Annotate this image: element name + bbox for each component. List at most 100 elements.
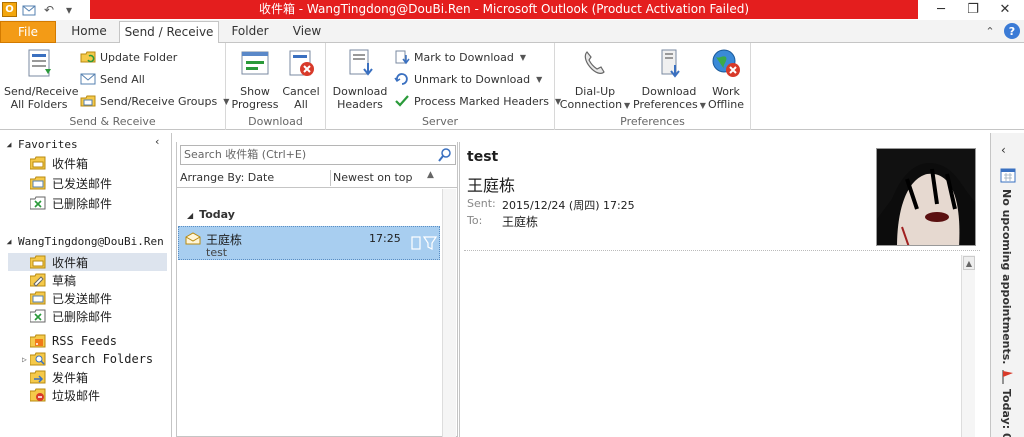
download-headers-label-1: Download: [332, 85, 388, 98]
sent-value: 2015/12/24 (周四) 17:25: [502, 199, 635, 212]
work-offline-label-1: Work: [712, 85, 740, 98]
deleted-folder-icon: [30, 196, 46, 210]
deleted-folder-icon: [30, 309, 46, 323]
send-receive-groups-label: Send/Receive Groups: [100, 94, 218, 108]
drafts-folder-icon: [30, 273, 46, 287]
update-folder-label: Update Folder: [100, 50, 178, 64]
expand-todo-icon[interactable]: ‹: [1001, 143, 1006, 157]
cancel-all-button[interactable]: Cancel All: [280, 47, 322, 111]
account-label: WangTingdong@DouBi.Ren: [18, 234, 164, 248]
reading-pane-scrollbar[interactable]: ▲: [961, 255, 975, 437]
update-folder-button[interactable]: Update Folder: [80, 48, 177, 66]
nav-label: 垃圾邮件: [52, 388, 101, 403]
outlook-logo-icon[interactable]: O: [2, 2, 17, 17]
send-receive-all-label-2: All Folders: [10, 98, 68, 111]
server-group-label: Server: [421, 115, 459, 128]
nav-drafts[interactable]: 草稿: [8, 271, 167, 289]
search-folder-icon: [30, 352, 46, 366]
scroll-up-icon[interactable]: ▲: [963, 256, 975, 270]
nav-rss-feeds[interactable]: RSS Feeds: [8, 332, 167, 350]
download-preferences-icon: [661, 49, 680, 78]
title-bar: O ↶ ▾ 收件箱 - WangTingdong@DouBi.Ren - Mic…: [0, 0, 1024, 19]
nav-junk[interactable]: 垃圾邮件: [8, 386, 167, 404]
send-receive-qat-icon[interactable]: [21, 2, 37, 18]
send-receive-all-label-1: Send/Receive: [4, 85, 79, 98]
cancel-all-icon: [289, 50, 314, 76]
message-list-scrollbar[interactable]: [442, 189, 456, 437]
search-icon[interactable]: [438, 148, 452, 162]
dropdown-caret-icon: ▼: [536, 74, 543, 84]
send-receive-groups-icon: [80, 95, 96, 107]
collapse-nav-icon[interactable]: ‹: [154, 135, 161, 148]
expand-triangle-icon: ◢: [6, 236, 12, 246]
process-marked-headers-button[interactable]: Process Marked Headers ▼: [394, 92, 561, 110]
reading-sender[interactable]: 王庭栋: [467, 172, 515, 196]
message-row[interactable]: 王庭栋 test 17:25: [178, 226, 440, 260]
inbox-folder-icon: [30, 255, 46, 269]
dial-up-label-2: Connection: [559, 98, 623, 111]
nav-label: Search Folders: [52, 352, 154, 366]
dial-up-connection-button[interactable]: Dial-Up Connection ▼: [559, 47, 631, 112]
nav-favorite-sent[interactable]: 已发送邮件: [8, 174, 167, 192]
tab-send-receive[interactable]: Send / Receive: [119, 21, 219, 44]
no-appointments-text: No upcoming appointments.: [1000, 189, 1013, 365]
group-header-today[interactable]: ◢ Today: [187, 208, 235, 221]
nav-label: 草稿: [52, 273, 77, 288]
send-receive-all-icon: [28, 49, 51, 77]
red-flag-icon[interactable]: [1000, 369, 1016, 385]
nav-sent[interactable]: 已发送邮件: [8, 289, 167, 307]
account-header[interactable]: ◢ WangTingdong@DouBi.Ren: [0, 232, 170, 250]
download-headers-button[interactable]: Download Headers: [330, 47, 390, 111]
show-progress-icon: [241, 51, 269, 75]
mark-to-download-button[interactable]: Mark to Download ▼: [394, 48, 526, 66]
reading-subject: test: [467, 149, 499, 165]
nav-search-folders[interactable]: ▷ Search Folders: [8, 350, 167, 368]
send-receive-all-folders-button[interactable]: Send/Receive All Folders: [4, 47, 79, 111]
arrange-by-button[interactable]: Arrange By: Date: [180, 171, 274, 184]
nav-favorite-inbox[interactable]: 收件箱: [8, 154, 167, 172]
sort-order-button[interactable]: Newest on top: [333, 171, 413, 184]
nav-label: 已删除邮件: [52, 309, 113, 324]
expand-triangle-icon: ◢: [6, 139, 12, 149]
help-icon[interactable]: ?: [1004, 23, 1020, 39]
close-button[interactable]: ✕: [989, 0, 1021, 19]
category-flag-icon[interactable]: [411, 235, 437, 251]
search-input[interactable]: Search 收件箱 (Ctrl+E): [180, 145, 456, 165]
download-group: Show Progress Cancel All Download: [226, 43, 326, 130]
calendar-icon[interactable]: [1000, 167, 1016, 183]
tab-folder[interactable]: Folder: [222, 21, 278, 43]
preferences-group: Dial-Up Connection ▼ Download Preferences…: [555, 43, 751, 130]
sent-folder-icon: [30, 291, 46, 305]
send-all-button[interactable]: Send All: [80, 70, 145, 88]
tab-file[interactable]: File: [0, 21, 56, 43]
nav-inbox[interactable]: 收件箱: [8, 253, 167, 271]
minimize-ribbon-icon[interactable]: ⌃: [982, 23, 998, 39]
restore-button[interactable]: ❐: [957, 0, 989, 19]
work-offline-button[interactable]: Work Offline: [705, 47, 747, 111]
download-preferences-button[interactable]: Download Preferences ▼: [633, 47, 706, 112]
ribbon: Send/Receive All Folders Update Folder S…: [0, 43, 1024, 130]
send-receive-groups-button[interactable]: Send/Receive Groups ▼: [80, 92, 229, 110]
download-prefs-label-1: Download: [641, 85, 697, 98]
download-headers-icon: [349, 49, 373, 76]
favorites-header[interactable]: ◢ Favorites: [0, 135, 170, 153]
tab-view[interactable]: View: [282, 21, 332, 43]
unmark-to-download-button[interactable]: Unmark to Download ▼: [394, 70, 542, 88]
tab-home[interactable]: Home: [62, 21, 116, 43]
undo-icon[interactable]: ↶: [41, 2, 57, 18]
qat-customize-icon[interactable]: ▾: [61, 2, 77, 18]
message-time: 17:25: [369, 232, 401, 245]
nav-deleted[interactable]: 已删除邮件: [8, 307, 167, 325]
favorites-label: Favorites: [18, 137, 78, 151]
nav-favorite-deleted[interactable]: 已删除邮件: [8, 194, 167, 212]
preferences-group-label: Preferences: [620, 115, 685, 128]
expand-arrow-icon[interactable]: ▷: [22, 355, 27, 364]
minimize-button[interactable]: ─: [925, 0, 957, 19]
nav-outbox[interactable]: 发件箱: [8, 368, 167, 386]
group-today-label: Today: [199, 208, 235, 221]
show-progress-button[interactable]: Show Progress: [230, 47, 280, 111]
sort-direction-icon[interactable]: ▲: [427, 170, 434, 180]
dropdown-caret-icon: ▼: [624, 101, 631, 110]
process-marked-headers-label: Process Marked Headers: [414, 94, 549, 108]
to-value[interactable]: 王庭栋: [502, 213, 538, 230]
